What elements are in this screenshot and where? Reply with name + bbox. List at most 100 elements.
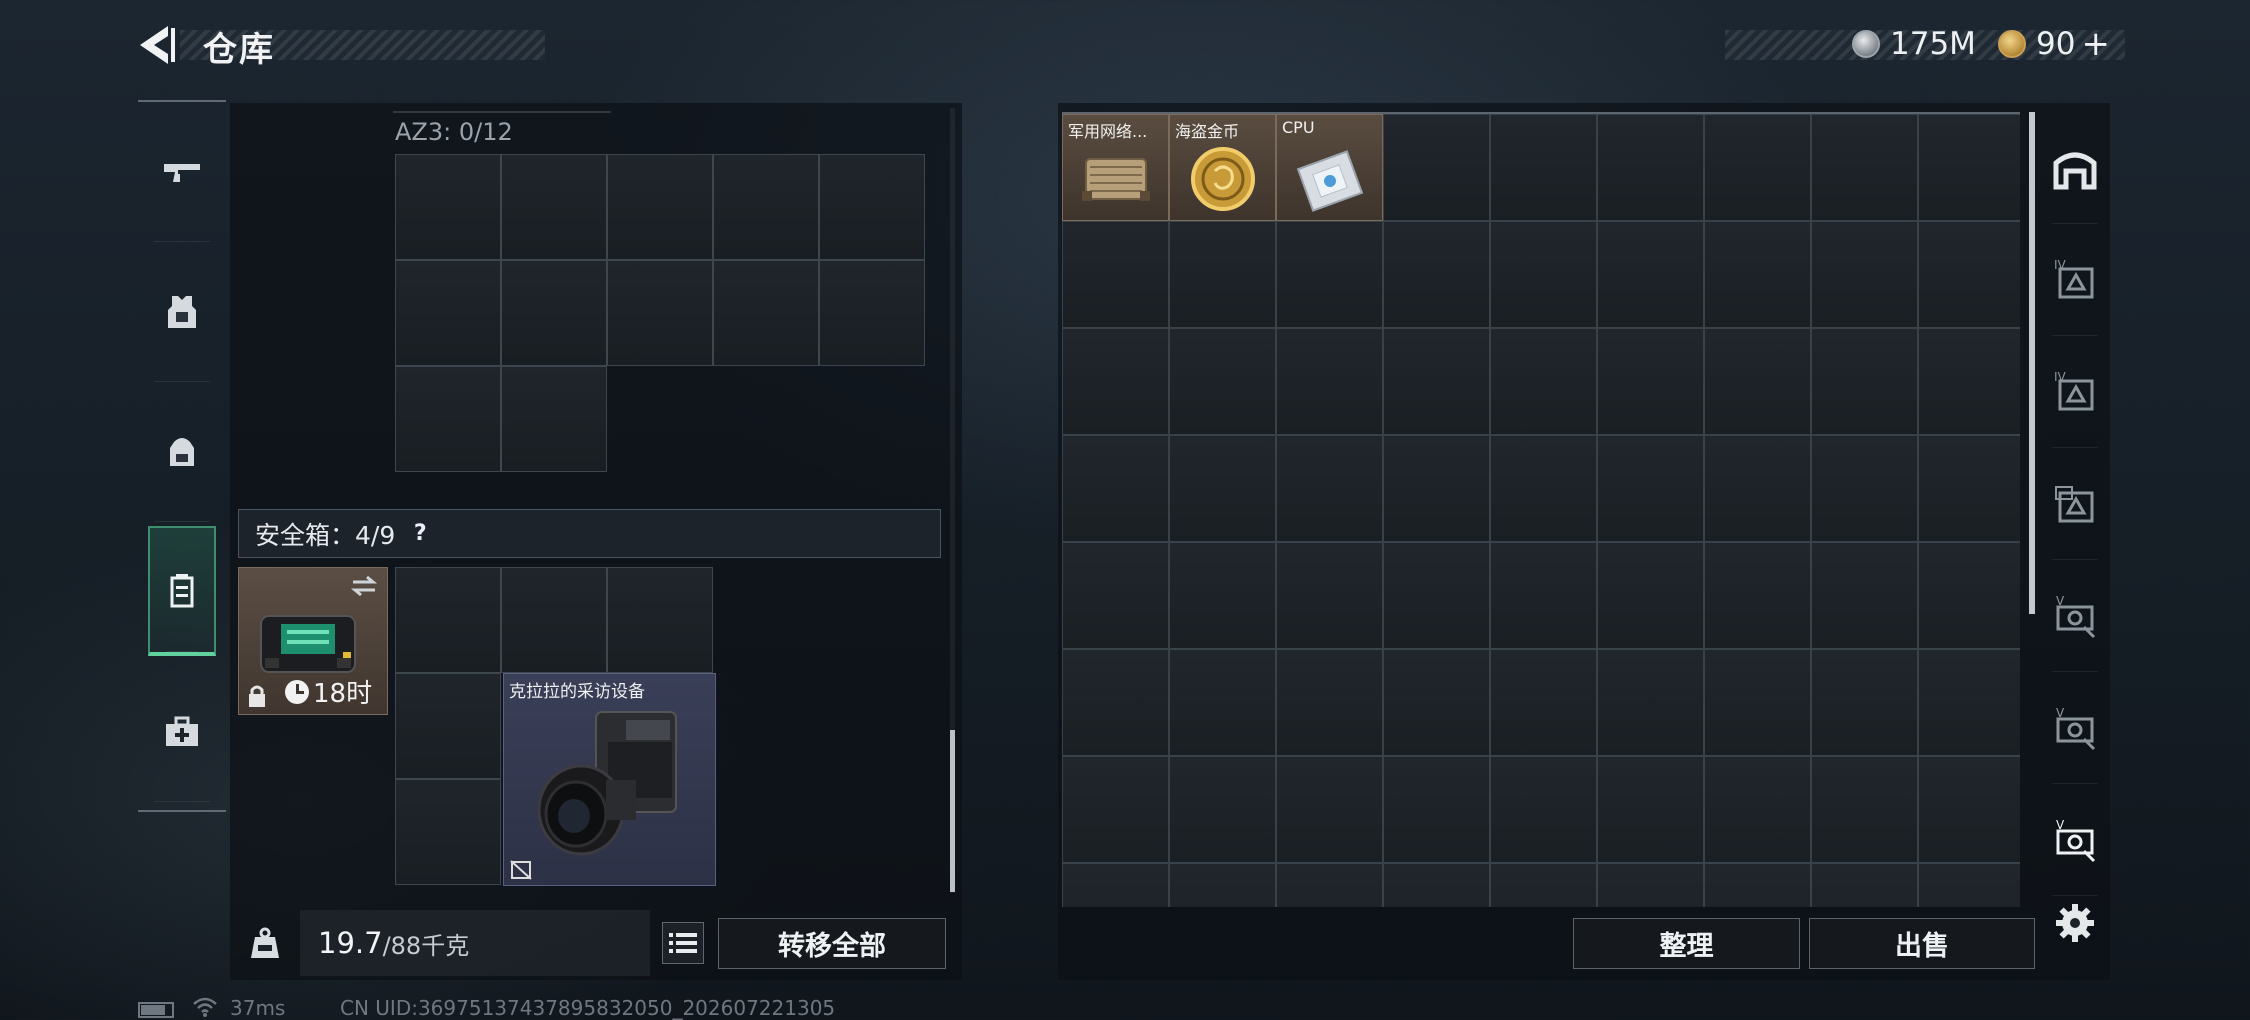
stash-tab-special[interactable] [2040,448,2110,560]
stash-slot[interactable] [1811,756,1918,863]
swap-icon[interactable] [349,574,379,598]
settings-button[interactable] [2050,898,2100,948]
rig-slot[interactable] [819,154,925,260]
stash-slot[interactable] [1169,221,1276,328]
stash-slot[interactable] [1918,863,2020,907]
safebox-slot[interactable] [395,779,501,885]
list-view-button[interactable] [662,922,704,964]
safebox-slot[interactable] [607,567,713,673]
rig-slot[interactable] [607,154,713,260]
stash-slot[interactable] [1918,435,2020,542]
stash-slot[interactable] [1811,863,1918,907]
stash-slot[interactable] [1276,756,1383,863]
stash-slot[interactable] [1490,328,1597,435]
stash-slot[interactable] [1597,114,1704,221]
stash-slot[interactable] [1169,756,1276,863]
sort-button[interactable]: 整理 [1573,918,1800,969]
stash-item[interactable]: CPU [1276,114,1383,221]
stash-slot[interactable] [1704,221,1811,328]
stash-slot[interactable] [1062,649,1169,756]
stash-slot[interactable] [1490,542,1597,649]
stash-slot[interactable] [1490,435,1597,542]
stash-slot[interactable] [1276,221,1383,328]
stash-slot[interactable] [1918,542,2020,649]
stash-slot[interactable] [1383,649,1490,756]
stash-slot[interactable] [1276,328,1383,435]
stash-slot[interactable] [1704,328,1811,435]
rig-slot[interactable] [607,260,713,366]
nav-safebox[interactable] [148,526,216,656]
stash-slot[interactable] [1169,542,1276,649]
stash-slot[interactable] [1062,435,1169,542]
stash-slot[interactable] [1811,542,1918,649]
stash-slot[interactable] [1383,756,1490,863]
help-button[interactable]: ? [405,519,435,549]
rig-slot[interactable] [501,260,607,366]
stash-tab-main[interactable] [2040,112,2110,224]
stash-slot[interactable] [1597,542,1704,649]
stash-slot[interactable] [1169,328,1276,435]
rig-slot[interactable] [395,366,501,472]
stash-slot[interactable] [1276,435,1383,542]
stash-slot[interactable] [1490,756,1597,863]
safebox-item-camera[interactable]: 克拉拉的采访设备 [503,673,716,886]
stash-slot[interactable] [1383,328,1490,435]
stash-scrollbar[interactable] [2029,112,2035,614]
stash-slot[interactable] [1918,114,2020,221]
stash-item[interactable]: 军用网络... [1062,114,1169,221]
stash-slot[interactable] [1811,649,1918,756]
safebox-slot[interactable] [395,673,501,779]
stash-slot[interactable] [1490,649,1597,756]
stash-slot[interactable] [1490,863,1597,907]
stash-slot[interactable] [1062,221,1169,328]
safebox-container-card[interactable]: 18时 [238,567,388,715]
stash-slot[interactable] [1276,863,1383,907]
rig-slot[interactable] [819,260,925,366]
stash-slot[interactable] [1918,221,2020,328]
stash-tab-5b[interactable]: V [2040,672,2110,784]
safebox-slot[interactable] [395,567,501,673]
stash-slot[interactable] [1490,114,1597,221]
stash-slot[interactable] [1276,649,1383,756]
nav-medkit[interactable] [138,662,226,802]
stash-slot[interactable] [1597,863,1704,907]
stash-slot[interactable] [1062,328,1169,435]
rig-slot[interactable] [501,154,607,260]
rig-slot[interactable] [713,260,819,366]
gold-currency[interactable]: 90 + [1998,24,2110,64]
stash-slot[interactable] [1383,435,1490,542]
stash-slot[interactable] [1383,863,1490,907]
sell-button[interactable]: 出售 [1809,918,2035,969]
stash-slot[interactable] [1811,328,1918,435]
stash-slot[interactable] [1597,756,1704,863]
stash-slot[interactable] [1597,649,1704,756]
stash-slot[interactable] [1918,328,2020,435]
stash-slot[interactable] [1383,542,1490,649]
stash-slot[interactable] [1490,221,1597,328]
stash-slot[interactable] [1811,435,1918,542]
stash-slot[interactable] [1704,435,1811,542]
stash-slot[interactable] [1597,221,1704,328]
safebox-slot[interactable] [501,567,607,673]
back-button[interactable] [136,22,178,68]
stash-tab-4[interactable]: IV [2040,224,2110,336]
stash-tab-5a[interactable]: V [2040,560,2110,672]
stash-slot[interactable] [1383,114,1490,221]
stash-slot[interactable] [1169,649,1276,756]
stash-slot[interactable] [1918,649,2020,756]
rig-slot[interactable] [501,366,607,472]
nav-armor[interactable] [138,242,226,382]
stash-slot[interactable] [1169,863,1276,907]
add-gold-icon[interactable]: + [2081,24,2110,64]
stash-tab-4b[interactable]: IV [2040,336,2110,448]
rig-slot[interactable] [713,154,819,260]
stash-tab-5c[interactable]: V [2040,784,2110,896]
loadout-scrollbar[interactable] [950,730,955,892]
stash-slot[interactable] [1062,542,1169,649]
stash-slot[interactable] [1811,114,1918,221]
nav-backpack[interactable] [138,382,226,522]
stash-slot[interactable] [1918,756,2020,863]
stash-slot[interactable] [1062,756,1169,863]
stash-slot[interactable] [1704,756,1811,863]
stash-slot[interactable] [1276,542,1383,649]
